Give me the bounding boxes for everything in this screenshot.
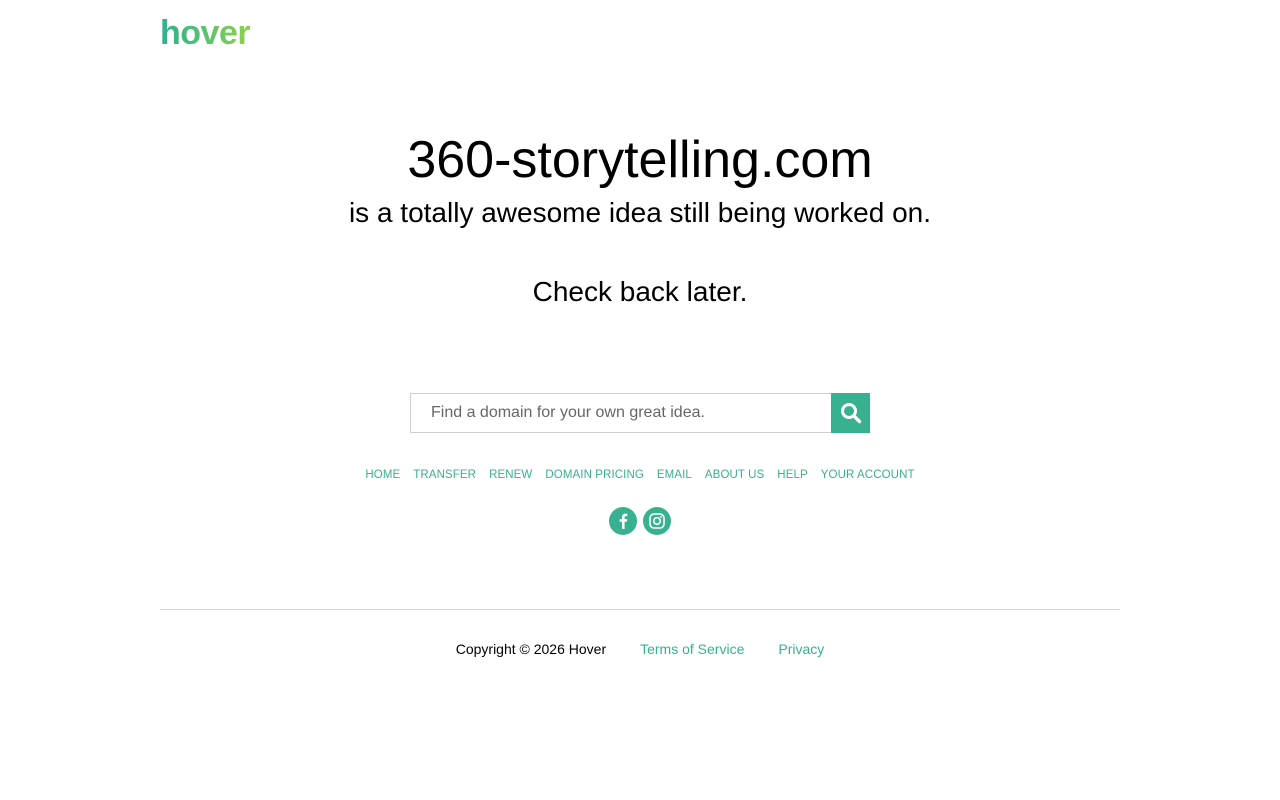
hover-logo[interactable]: hover	[160, 12, 262, 52]
hover-logo-wordmark: hover	[160, 16, 251, 48]
search-icon	[840, 403, 861, 424]
nav-email[interactable]: EMAIL	[657, 467, 692, 483]
instagram-link[interactable]	[643, 507, 671, 535]
page-footer: Copyright © 2026 Hover Terms of Service …	[0, 640, 1280, 658]
nav-your-account[interactable]: YOUR ACCOUNT	[821, 467, 915, 483]
social-links	[0, 507, 1280, 535]
tagline: is a totally awesome idea still being wo…	[348, 197, 932, 228]
nav-renew[interactable]: RENEW	[489, 467, 532, 483]
instagram-icon	[649, 513, 665, 529]
terms-of-service-link[interactable]: Terms of Service	[640, 640, 744, 658]
nav-domain-pricing[interactable]: DOMAIN PRICING	[545, 467, 644, 483]
nav-help[interactable]: HELP	[777, 467, 807, 483]
check-back-text: Check back later.	[532, 276, 748, 307]
domain-search-input[interactable]	[410, 393, 831, 433]
search-button[interactable]	[831, 393, 870, 433]
page: hover 360-storytelling.com is a totally …	[0, 0, 1280, 800]
domain-search-form	[410, 393, 870, 433]
footer-divider	[160, 609, 1120, 610]
domain-title: 360-storytelling.com	[407, 131, 873, 189]
facebook-icon	[619, 513, 628, 529]
nav-transfer[interactable]: TRANSFER	[413, 467, 476, 483]
privacy-link[interactable]: Privacy	[778, 640, 824, 658]
footer-nav: HOME TRANSFER RENEW DOMAIN PRICING EMAIL…	[0, 467, 1280, 483]
facebook-link[interactable]	[609, 507, 637, 535]
nav-home[interactable]: HOME	[365, 467, 400, 483]
copyright-text: Copyright © 2026 Hover	[455, 641, 607, 657]
nav-about-us[interactable]: ABOUT US	[705, 467, 764, 483]
svg-text:hover: hover	[160, 16, 250, 48]
